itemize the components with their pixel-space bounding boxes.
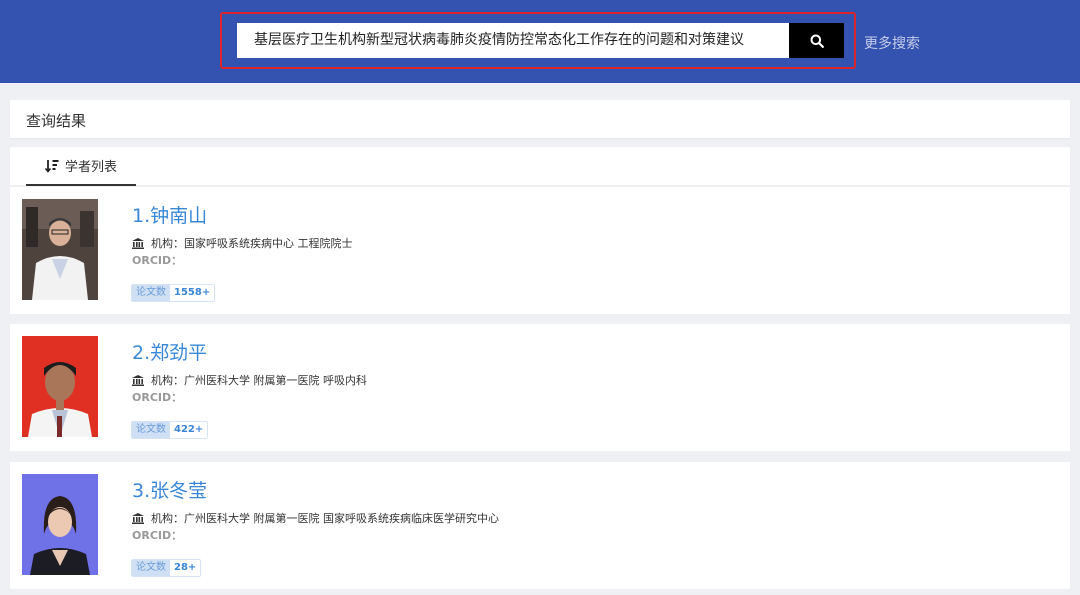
institution-icon bbox=[132, 512, 144, 524]
papers-label: 论文数 bbox=[132, 560, 170, 576]
scholar-institution: 机构：广州医科大学 附属第一医院 呼吸内科 bbox=[132, 372, 367, 388]
scholar-photo[interactable] bbox=[22, 199, 98, 300]
tab-bar: 学者列表 bbox=[10, 147, 1070, 186]
sort-desc-icon bbox=[44, 159, 59, 173]
scholar-name-link[interactable]: 1.钟南山 bbox=[132, 201, 207, 228]
papers-label: 论文数 bbox=[132, 422, 170, 438]
papers-badge[interactable]: 论文数 28+ bbox=[131, 559, 202, 577]
papers-count: 28+ bbox=[170, 560, 201, 576]
scholar-name-link[interactable]: 2.郑劲平 bbox=[132, 338, 207, 365]
tab-label: 学者列表 bbox=[64, 160, 117, 175]
institution-text: 机构：广州医科大学 附属第一医院 国家呼吸系统疾病临床医学研究中心 bbox=[151, 512, 499, 525]
search-icon bbox=[810, 34, 824, 48]
papers-count: 422+ bbox=[170, 422, 208, 438]
tab-scholar-list[interactable]: 学者列表 bbox=[26, 147, 136, 186]
scholar-institution: 机构：国家呼吸系统疾病中心 工程院院士 bbox=[132, 235, 353, 251]
papers-count: 1558+ bbox=[170, 285, 215, 301]
institution-text: 机构：广州医科大学 附属第一医院 呼吸内科 bbox=[151, 374, 367, 387]
institution-text: 机构：国家呼吸系统疾病中心 工程院院士 bbox=[151, 237, 353, 250]
papers-badge[interactable]: 论文数 422+ bbox=[131, 421, 209, 439]
scholar-institution: 机构：广州医科大学 附属第一医院 国家呼吸系统疾病临床医学研究中心 bbox=[132, 510, 499, 526]
papers-badge[interactable]: 论文数 1558+ bbox=[131, 284, 216, 302]
scholar-name-link[interactable]: 3.张冬莹 bbox=[132, 476, 207, 503]
orcid-label: ORCID： bbox=[132, 391, 183, 404]
scholar-photo[interactable] bbox=[22, 474, 98, 575]
orcid-label: ORCID： bbox=[132, 254, 183, 267]
results-title: 查询结果 bbox=[26, 112, 87, 130]
scholar-photo[interactable] bbox=[22, 336, 98, 437]
scholar-card: 1.钟南山 机构：国家呼吸系统疾病中心 工程院院士 ORCID： 论文数 155… bbox=[10, 187, 1070, 314]
institution-icon bbox=[132, 374, 144, 386]
results-header: 查询结果 bbox=[10, 100, 1070, 138]
search-button[interactable] bbox=[789, 23, 844, 58]
scholar-card: 2.郑劲平 机构：广州医科大学 附属第一医院 呼吸内科 ORCID： 论文数 4… bbox=[10, 324, 1070, 451]
institution-icon bbox=[132, 237, 144, 249]
papers-label: 论文数 bbox=[132, 285, 170, 301]
more-search-link[interactable]: 更多搜索 bbox=[864, 33, 920, 53]
orcid-label: ORCID： bbox=[132, 529, 183, 542]
search-input[interactable] bbox=[237, 23, 789, 58]
scholar-card: 3.张冬莹 机构：广州医科大学 附属第一医院 国家呼吸系统疾病临床医学研究中心 … bbox=[10, 462, 1070, 589]
